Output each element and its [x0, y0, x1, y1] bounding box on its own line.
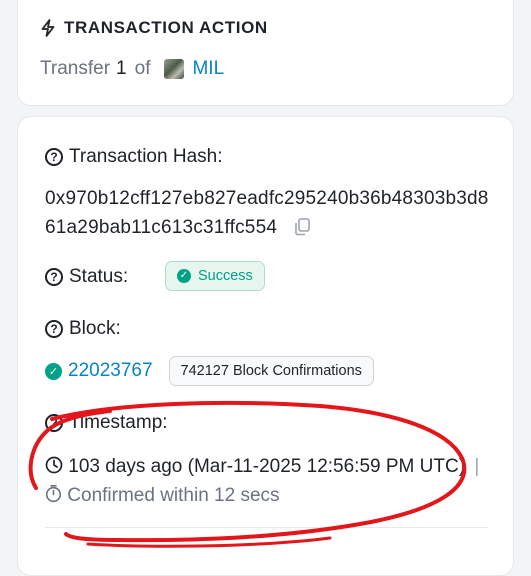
lightning-icon	[41, 19, 55, 37]
transaction-details-card: ? Transaction Hash: 0x970b12cff127eb827e…	[17, 116, 514, 576]
status-badge: ✓ Success	[165, 261, 265, 291]
transfer-amount: 1	[116, 58, 127, 79]
check-circle-icon: ✓	[177, 269, 191, 283]
timestamp-value: 103 days ago (Mar-11-2025 12:56:59 PM UT…	[68, 456, 466, 477]
hash-label: Transaction Hash:	[69, 146, 223, 167]
transfer-line: Transfer 1 of MIL	[40, 58, 224, 80]
question-circle-icon[interactable]: ?	[45, 148, 63, 166]
status-label-row: ? Status:	[45, 266, 128, 288]
timestamp-line: 103 days ago (Mar-11-2025 12:56:59 PM UT…	[45, 452, 495, 510]
block-label-row: ? Block:	[45, 318, 121, 340]
transfer-word: Transfer	[40, 58, 111, 79]
status-value: Success	[198, 268, 253, 284]
status-label: Status:	[69, 266, 129, 287]
question-circle-icon[interactable]: ?	[45, 320, 63, 338]
copy-icon[interactable]	[293, 217, 311, 236]
question-circle-icon[interactable]: ?	[45, 414, 63, 432]
block-line: ✓ 22023767 742127 Block Confirmations	[45, 356, 374, 386]
check-circle-icon: ✓	[45, 362, 62, 380]
question-circle-icon[interactable]: ?	[45, 268, 63, 286]
clock-icon	[45, 456, 63, 474]
block-confirmations-badge: 742127 Block Confirmations	[168, 356, 374, 386]
hash-value: 0x970b12cff127eb827eadfc295240b36b48303b…	[45, 188, 489, 238]
transaction-action-header: TRANSACTION ACTION	[40, 18, 268, 38]
timestamp-label-row: ? Timestamp:	[45, 412, 168, 434]
of-word: of	[134, 58, 151, 79]
confirmed-text: Confirmed within 12 secs	[67, 485, 280, 506]
token-avatar-icon	[164, 59, 185, 79]
hash-label-row: ? Transaction Hash:	[45, 146, 222, 168]
block-number-link[interactable]: 22023767	[68, 360, 153, 382]
transaction-action-card: TRANSACTION ACTION Transfer 1 of MIL	[17, 0, 514, 106]
timer-icon	[45, 485, 62, 503]
transaction-hash: 0x970b12cff127eb827eadfc295240b36b48303b…	[45, 184, 495, 242]
token-symbol-link[interactable]: MIL	[192, 58, 224, 80]
divider	[45, 527, 488, 528]
timestamp-separator: |	[474, 456, 480, 477]
block-label: Block:	[69, 318, 121, 339]
timestamp-label: Timestamp:	[69, 412, 168, 433]
transaction-action-title: TRANSACTION ACTION	[64, 18, 268, 37]
